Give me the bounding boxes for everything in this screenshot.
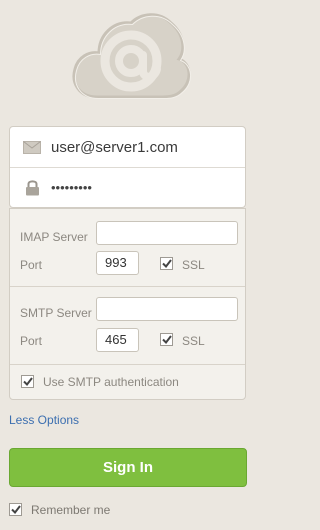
- smtp-port-label: Port: [20, 334, 43, 348]
- smtp-port-input[interactable]: 465: [96, 328, 139, 352]
- remember-me-checkbox[interactable]: [9, 503, 22, 516]
- imap-ssl-label: SSL: [182, 258, 205, 272]
- checkmark-icon: [10, 505, 21, 514]
- lock-icon: [22, 179, 42, 196]
- smtp-ssl-checkbox[interactable]: [160, 333, 173, 346]
- remember-me-label: Remember me: [31, 503, 111, 517]
- imap-ssl-checkbox[interactable]: [160, 257, 173, 270]
- email-field[interactable]: user@server1.com: [10, 127, 245, 168]
- credentials-box: user@server1.com •••••••••: [9, 126, 246, 208]
- password-field[interactable]: •••••••••: [10, 167, 245, 207]
- password-value: •••••••••: [51, 179, 92, 195]
- less-options-link[interactable]: Less Options: [9, 413, 79, 427]
- section-divider: [10, 286, 245, 287]
- cloud-at-logo-icon: [67, 5, 193, 105]
- imap-port-label: Port: [20, 258, 43, 272]
- sign-in-label: Sign In: [103, 459, 153, 476]
- imap-port-input[interactable]: 993: [96, 251, 139, 275]
- checkmark-icon: [161, 259, 172, 268]
- imap-server-input[interactable]: [96, 221, 238, 245]
- smtp-auth-checkbox[interactable]: [21, 375, 34, 388]
- checkmark-icon: [161, 335, 172, 344]
- smtp-server-input[interactable]: [96, 297, 238, 321]
- section-divider: [10, 364, 245, 365]
- smtp-ssl-label: SSL: [182, 334, 205, 348]
- smtp-auth-label: Use SMTP authentication: [43, 375, 179, 389]
- envelope-icon: [22, 140, 42, 154]
- imap-server-label: IMAP Server: [20, 230, 88, 244]
- sign-in-button[interactable]: Sign In: [9, 448, 247, 487]
- email-value: user@server1.com: [51, 138, 178, 156]
- checkmark-icon: [22, 377, 33, 386]
- server-settings-box: IMAP Server Port 993 SSL SMTP Server Por…: [9, 208, 246, 400]
- smtp-server-label: SMTP Server: [20, 306, 92, 320]
